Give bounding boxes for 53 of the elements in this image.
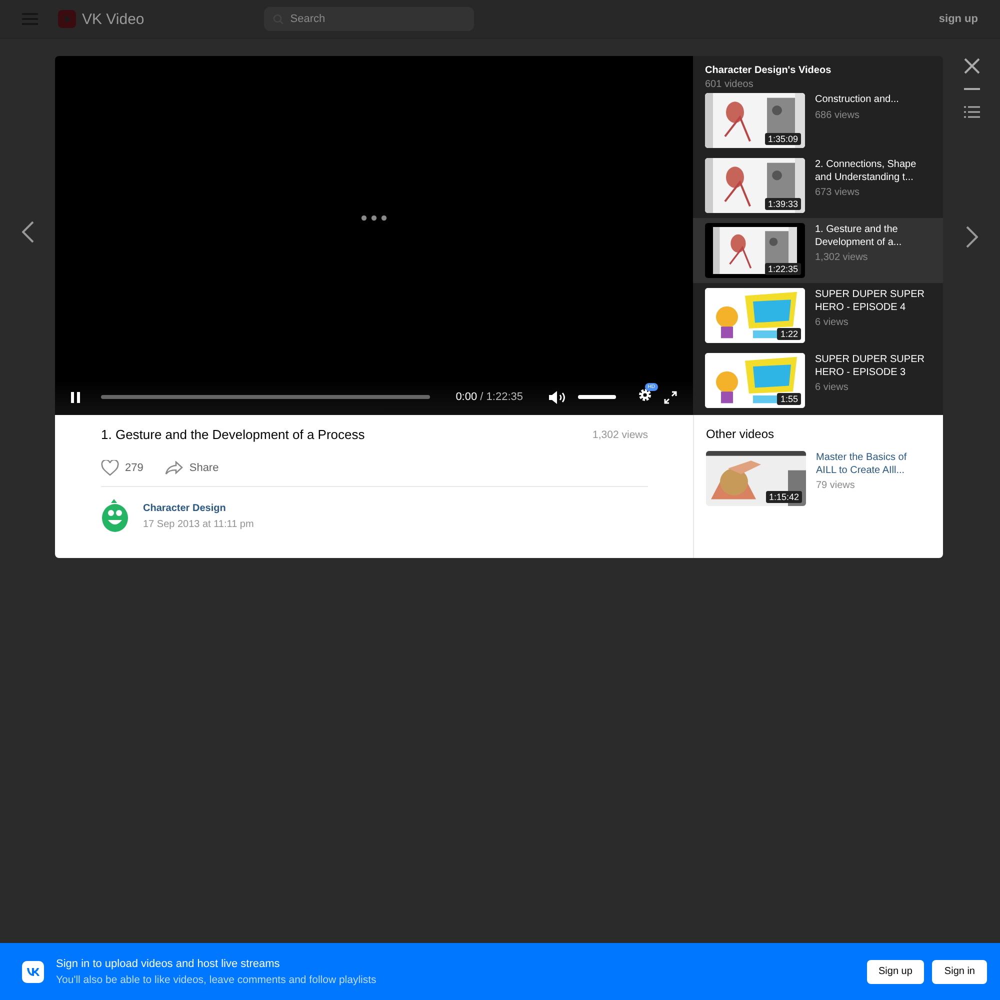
view-count: 673 views bbox=[815, 187, 860, 198]
playlist-item[interactable]: 1:35:09 Construction and... 686 views bbox=[693, 88, 943, 153]
view-count: 686 views bbox=[815, 110, 860, 120]
duration-label: 1:55 bbox=[777, 393, 801, 405]
pause-icon[interactable] bbox=[71, 392, 81, 402]
video-title: Construction and... bbox=[815, 94, 900, 106]
share-icon bbox=[165, 461, 184, 475]
playlist-item[interactable]: 1:39:33 2. Connections, Shape and Understanding t... 673 views bbox=[693, 153, 943, 218]
video-title-link[interactable]: Master the Basics of AILL to Create AIll... bbox=[816, 452, 926, 477]
duration-label: 1:22:35 bbox=[764, 263, 801, 275]
video-count: 601 videos bbox=[705, 79, 754, 90]
auth-button[interactable]: Sign up bbox=[866, 960, 924, 984]
video-title: SUPER DUPER SUPER HERO - EPISODE 3 bbox=[815, 354, 925, 379]
volume-slider[interactable] bbox=[578, 395, 616, 399]
duration-label: 1:15:42 bbox=[766, 491, 802, 503]
view-count: 6 views bbox=[815, 382, 850, 393]
video-title: 2. Connections, Shape and Understanding t... bbox=[815, 159, 918, 184]
site-logo-text[interactable]: VK Video bbox=[82, 10, 144, 28]
list-icon[interactable] bbox=[964, 106, 980, 118]
duration-label: 1:39:33 bbox=[764, 198, 801, 210]
banner-subtitle: You'll also be able to like videos, leave comments and follow playlists bbox=[56, 974, 376, 986]
logo-icon bbox=[22, 960, 44, 982]
play-logo-icon bbox=[58, 10, 76, 28]
upload-date: 17 Sep 2013 at 11:11 pm bbox=[143, 518, 254, 530]
view-count: 1,302 views bbox=[592, 428, 648, 440]
playlist-item[interactable]: 1:55 SUPER DUPER SUPER HERO - EPISODE 3 6 views bbox=[693, 348, 943, 413]
channel-avatar[interactable] bbox=[101, 499, 129, 533]
banner-title: Sign in to upload videos and host live streams bbox=[56, 958, 281, 970]
duration-label: 1:22 bbox=[777, 328, 801, 340]
search-field[interactable]: Search bbox=[264, 7, 474, 31]
sign-up-link[interactable]: sign up bbox=[938, 13, 978, 25]
view-count: 6 views bbox=[815, 317, 850, 328]
time-display: 0:00 / 1:22:35 bbox=[456, 391, 523, 403]
heart-icon bbox=[101, 460, 119, 476]
section-heading: Other videos bbox=[706, 427, 776, 441]
fullscreen-icon[interactable] bbox=[664, 390, 677, 404]
view-count: 1,302 views bbox=[815, 252, 869, 263]
minimize-icon[interactable] bbox=[964, 88, 980, 90]
share-button[interactable]: Share bbox=[165, 460, 219, 476]
video-title: 1. Gesture and the Development of a Process bbox=[101, 427, 365, 442]
close-icon[interactable] bbox=[964, 58, 980, 74]
playlist-title: Character Design's Videos bbox=[705, 65, 832, 76]
playlist-item[interactable]: 1:22:35 1. Gesture and the Development of a... 1,302 views bbox=[693, 218, 943, 283]
video-title: 1. Gesture and the Development of a... bbox=[815, 224, 903, 249]
video-title: SUPER DUPER SUPER HERO - EPISODE 4 bbox=[815, 289, 925, 314]
loading-dots-icon bbox=[361, 214, 387, 220]
channel-name[interactable]: Character Design bbox=[143, 502, 254, 514]
duration-label: 1:35:09 bbox=[764, 133, 801, 145]
playlist-item[interactable]: 1:22 SUPER DUPER SUPER HERO - EPISODE 4 6 views bbox=[693, 283, 943, 348]
view-count: 79 views bbox=[816, 480, 856, 491]
volume-icon[interactable] bbox=[549, 390, 566, 404]
like-button[interactable]: 279 bbox=[101, 460, 144, 476]
auth-button[interactable]: Sign in bbox=[932, 960, 987, 984]
